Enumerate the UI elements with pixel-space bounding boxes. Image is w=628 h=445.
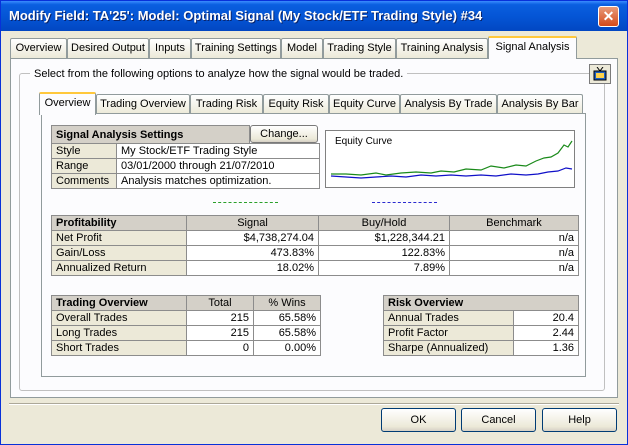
cancel-button[interactable]: Cancel <box>461 408 536 432</box>
column-header-benchmark: Benchmark <box>449 215 579 231</box>
settings-value-style: My Stock/ETF Trading Style <box>115 143 321 159</box>
footer-separator <box>9 403 619 405</box>
wins-value: 0.00% <box>253 340 321 356</box>
row-label: Net Profit <box>51 230 187 246</box>
subtab-analysis-by-bar[interactable]: Analysis By Bar <box>497 94 583 114</box>
row-label: Short Trades <box>51 340 187 356</box>
row-label: Sharpe (Annualized) <box>383 340 514 356</box>
tab-training-analysis[interactable]: Training Analysis <box>396 38 488 58</box>
close-icon[interactable]: ✕ <box>598 6 619 27</box>
equity-chart-svg <box>330 140 573 179</box>
buyhold-legend-line <box>372 202 437 203</box>
column-header-signal: Signal <box>186 215 319 231</box>
wins-value: 65.58% <box>253 325 321 341</box>
window-title: Modify Field: TA'25': Model: Optimal Sig… <box>9 8 483 23</box>
row-label: Overall Trades <box>51 310 187 326</box>
settings-label: Range <box>51 158 117 174</box>
benchmark-value: n/a <box>449 245 579 261</box>
row-label: Annualized Return <box>51 260 187 276</box>
benchmark-value: n/a <box>449 230 579 246</box>
tab-model[interactable]: Model <box>281 38 323 58</box>
tab-desired-output[interactable]: Desired Output <box>67 38 149 58</box>
buyhold-value: 7.89% <box>318 260 450 276</box>
table-row: Annualized Return 18.02% 7.89% n/a <box>51 260 579 276</box>
table-row: Profit Factor 2.44 <box>383 325 579 341</box>
row-label: Gain/Loss <box>51 245 187 261</box>
total-value: 215 <box>186 325 254 341</box>
help-button[interactable]: Help <box>542 408 617 432</box>
row-label: Annual Trades <box>383 310 514 326</box>
risk-value: 20.4 <box>513 310 579 326</box>
tv-icon[interactable] <box>589 64 611 84</box>
subtab-analysis-by-trade[interactable]: Analysis By Trade <box>400 94 497 114</box>
settings-label: Style <box>51 143 117 159</box>
tab-trading-style[interactable]: Trading Style <box>323 38 396 58</box>
buyhold-value: $1,228,344.21 <box>318 230 450 246</box>
signal-equity-line <box>331 140 573 176</box>
risk-value: 2.44 <box>513 325 579 341</box>
subtab-trading-overview[interactable]: Trading Overview <box>96 94 190 114</box>
column-header-total: Total <box>186 295 254 311</box>
tab-inputs[interactable]: Inputs <box>149 38 191 58</box>
total-value: 215 <box>186 310 254 326</box>
subtab-equity-curve[interactable]: Equity Curve <box>329 94 400 114</box>
settings-value-comments: Analysis matches optimization. <box>115 173 321 189</box>
group-label: Select from the following options to ana… <box>30 68 408 80</box>
signal-value: 18.02% <box>186 260 319 276</box>
risk-overview-table: Risk Overview Annual Trades 20.4 Profit … <box>383 295 579 356</box>
title-bar[interactable]: Modify Field: TA'25': Model: Optimal Sig… <box>1 1 627 31</box>
trading-overview-header: Trading Overview <box>51 295 187 311</box>
settings-label: Comments <box>51 173 117 189</box>
dialog-window: Modify Field: TA'25': Model: Optimal Sig… <box>0 0 628 445</box>
signal-value: $4,738,274.04 <box>186 230 319 246</box>
signal-value: 473.83% <box>186 245 319 261</box>
subtab-overview[interactable]: Overview <box>39 92 96 115</box>
subtab-trading-risk[interactable]: Trading Risk <box>190 94 263 114</box>
settings-value-range: 03/01/2000 through 21/07/2010 <box>115 158 321 174</box>
table-row: Net Profit $4,738,274.04 $1,228,344.21 n… <box>51 230 579 246</box>
column-header-buyhold: Buy/Hold <box>318 215 450 231</box>
buyhold-value: 122.83% <box>318 245 450 261</box>
table-row: Sharpe (Annualized) 1.36 <box>383 340 579 356</box>
risk-value: 1.36 <box>513 340 579 356</box>
signal-legend-line <box>213 202 278 203</box>
wins-value: 65.58% <box>253 310 321 326</box>
change-button[interactable]: Change... <box>250 125 318 143</box>
profitability-table: Profitability Signal Buy/Hold Benchmark … <box>51 215 579 276</box>
table-row: Annual Trades 20.4 <box>383 310 579 326</box>
trading-overview-table: Trading Overview Total % Wins Overall Tr… <box>51 295 321 356</box>
tab-signal-analysis[interactable]: Signal Analysis <box>488 36 577 59</box>
ok-button[interactable]: OK <box>381 408 456 432</box>
equity-curve-thumbnail[interactable]: Equity Curve <box>325 130 575 188</box>
table-row: Gain/Loss 473.83% 122.83% n/a <box>51 245 579 261</box>
settings-header: Signal Analysis Settings <box>50 125 251 144</box>
table-row: Long Trades 215 65.58% <box>51 325 321 341</box>
table-row: Short Trades 0 0.00% <box>51 340 321 356</box>
tab-overview[interactable]: Overview <box>10 38 67 58</box>
row-label: Long Trades <box>51 325 187 341</box>
buyhold-equity-line <box>330 167 573 179</box>
benchmark-value: n/a <box>449 260 579 276</box>
total-value: 0 <box>186 340 254 356</box>
column-header-wins: % Wins <box>253 295 321 311</box>
subtab-equity-risk[interactable]: Equity Risk <box>263 94 329 114</box>
row-label: Profit Factor <box>383 325 514 341</box>
table-row: Overall Trades 215 65.58% <box>51 310 321 326</box>
risk-overview-header: Risk Overview <box>383 295 579 311</box>
profitability-header: Profitability <box>51 215 187 231</box>
tab-training-settings[interactable]: Training Settings <box>191 38 281 58</box>
